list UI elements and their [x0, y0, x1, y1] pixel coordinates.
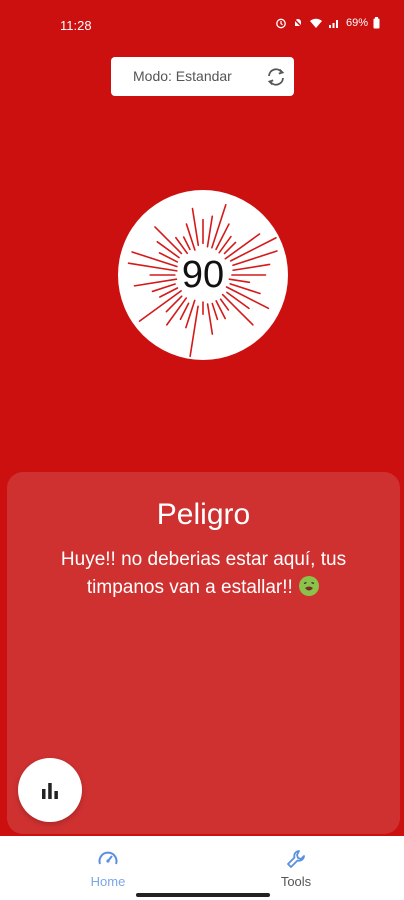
sound-level-meter: 90	[118, 190, 288, 360]
alarm-icon	[276, 18, 286, 29]
dnd-icon	[293, 18, 303, 28]
nav-item-home[interactable]: Home	[58, 848, 158, 889]
home-indicator	[136, 893, 270, 897]
mode-label: Modo: Estandar	[133, 68, 232, 84]
bar-chart-icon	[42, 783, 58, 799]
nauseated-face-icon	[299, 576, 320, 596]
wrench-icon	[287, 850, 305, 868]
speedometer-icon	[98, 851, 118, 865]
battery-icon	[373, 17, 380, 29]
bottom-navigation: Home Tools	[0, 836, 404, 900]
status-icons: 69%	[275, 17, 380, 29]
decibel-value: 90	[181, 253, 225, 296]
status-time: 11:28	[60, 18, 92, 33]
nav-label-home: Home	[90, 874, 126, 889]
refresh-icon[interactable]	[264, 65, 288, 89]
battery-percent: 69%	[345, 17, 368, 29]
nav-item-tools[interactable]: Tools	[246, 848, 346, 889]
status-bar: 11:28 69%	[0, 0, 404, 52]
card-message-wrapper: Huye!! no deberias estar aquí, tus timpa…	[27, 546, 380, 602]
mode-selector[interactable]: Modo: Estandar	[111, 57, 294, 96]
signal-icon	[328, 20, 338, 28]
card-title: Peligro	[156, 498, 251, 531]
wifi-icon	[309, 18, 322, 28]
stats-button[interactable]	[18, 758, 82, 822]
nav-label-tools: Tools	[280, 874, 312, 889]
